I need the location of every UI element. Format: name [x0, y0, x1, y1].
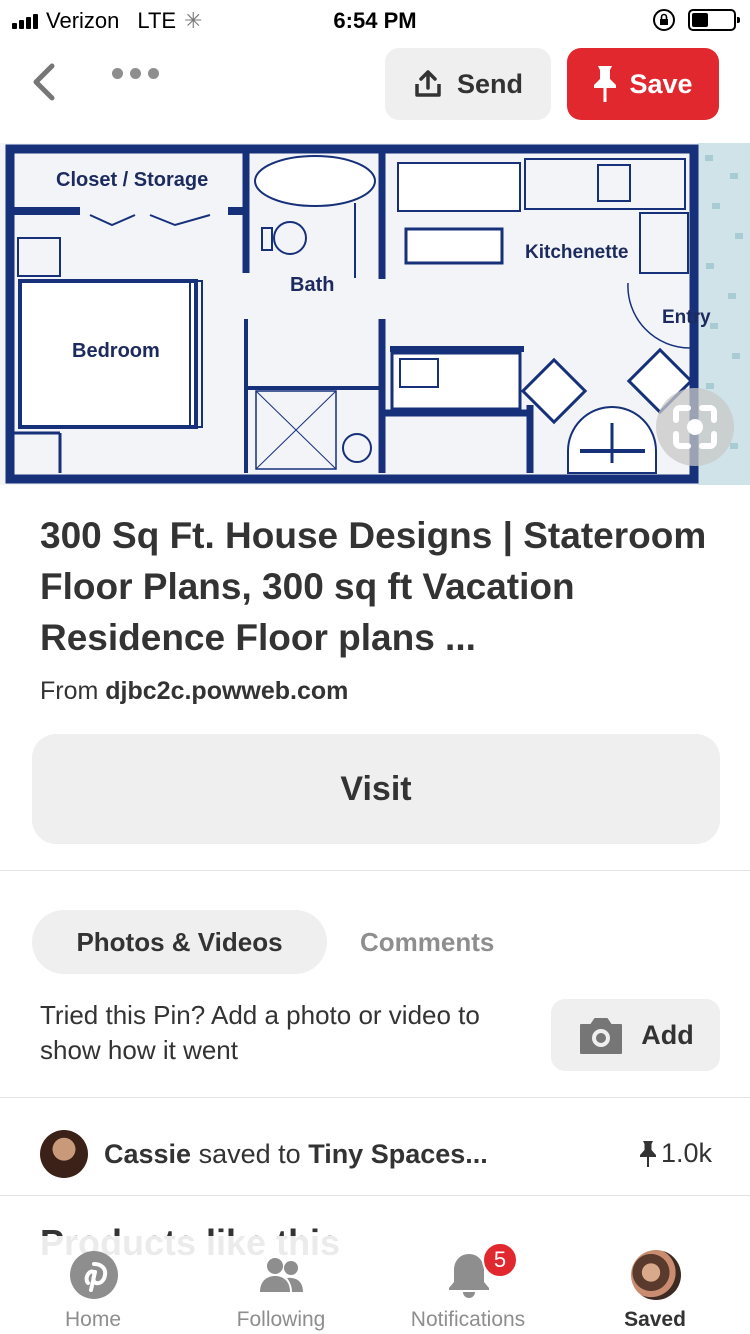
status-right: [652, 8, 740, 32]
saver-board[interactable]: Tiny Spaces...: [308, 1139, 488, 1169]
save-count: 1.0k: [639, 1138, 712, 1169]
top-nav: Send Save: [0, 46, 750, 122]
tab-notifications[interactable]: Notifications: [378, 1236, 558, 1334]
send-label: Send: [456, 68, 523, 99]
floor-plan-label-entry: Entry: [662, 307, 711, 328]
status-bar: Verizon LTE ✳ 6:54 PM: [0, 0, 750, 40]
dot-icon: [112, 68, 123, 79]
avatar[interactable]: [40, 1130, 88, 1178]
saver-text: Cassie saved to Tiny Spaces...: [104, 1139, 488, 1170]
visual-search-icon: [673, 405, 717, 449]
save-button[interactable]: Save: [567, 48, 719, 120]
tab-following-label: Following: [236, 1308, 326, 1331]
floor-plan-label-bath: Bath: [290, 274, 334, 296]
pin-title: 300 Sq Ft. House Designs | Stateroom Flo…: [40, 515, 707, 658]
saver-row[interactable]: Cassie saved to Tiny Spaces...: [40, 1130, 488, 1178]
floor-plan-label-bedroom: Bedroom: [72, 340, 160, 362]
notifications-badge: 5: [482, 1242, 518, 1278]
floor-plan-label-kitchenette: Kitchenette: [525, 242, 628, 263]
status-time: 6:54 PM: [333, 8, 417, 33]
tried-pin-prompt: Tried this Pin? Add a photo or video to …: [40, 1000, 480, 1065]
tab-comments[interactable]: Comments: [360, 910, 494, 974]
visit-button[interactable]: Visit: [32, 734, 720, 844]
dot-icon: [130, 68, 141, 79]
visual-search-button[interactable]: [656, 388, 734, 466]
divider: [0, 1097, 750, 1098]
tab-saved-label: Saved: [624, 1308, 686, 1331]
source-prefix: From: [40, 677, 99, 705]
back-button[interactable]: [22, 60, 66, 104]
pinterest-logo-icon: [70, 1251, 118, 1299]
saver-action: saved to: [198, 1138, 301, 1169]
divider: [0, 1195, 750, 1196]
chevron-left-icon: [33, 63, 55, 101]
save-count-value: 1.0k: [660, 1138, 712, 1168]
camera-icon: [580, 1018, 623, 1054]
floor-plan-image: Closet / Storage Bath Kitchenette Entry …: [0, 143, 750, 485]
saver-name[interactable]: Cassie: [104, 1139, 191, 1169]
source-domain[interactable]: djbc2c.powweb.com: [105, 677, 348, 705]
save-label: Save: [629, 68, 693, 99]
pin-image[interactable]: Closet / Storage Bath Kitchenette Entry …: [0, 143, 750, 485]
send-button[interactable]: Send: [385, 48, 551, 120]
tab-home[interactable]: Home: [3, 1236, 183, 1334]
add-photo-button[interactable]: Add: [551, 999, 720, 1071]
tab-notifications-label: Notifications: [410, 1308, 526, 1331]
tab-photos-videos[interactable]: Photos & Videos: [32, 910, 327, 974]
profile-avatar: [631, 1250, 681, 1300]
dot-icon: [148, 68, 159, 79]
pin-icon: [639, 1140, 656, 1167]
pin-source[interactable]: From djbc2c.powweb.com: [40, 677, 348, 706]
orientation-lock-icon: [653, 9, 675, 31]
bottom-tab-bar: Home Following Notifications Saved: [0, 1236, 750, 1334]
add-label: Add: [641, 1019, 694, 1050]
battery-icon: [688, 9, 740, 31]
tab-following[interactable]: Following: [191, 1236, 371, 1334]
visit-label: Visit: [340, 769, 412, 808]
tab-saved[interactable]: Saved: [565, 1236, 745, 1334]
share-icon: [415, 70, 441, 97]
divider: [0, 870, 750, 871]
floor-plan-label-closet: Closet / Storage: [56, 169, 208, 191]
pin-icon: [594, 66, 617, 102]
people-icon: [260, 1258, 303, 1292]
more-options-button[interactable]: [112, 68, 159, 79]
tab-home-label: Home: [64, 1308, 122, 1331]
